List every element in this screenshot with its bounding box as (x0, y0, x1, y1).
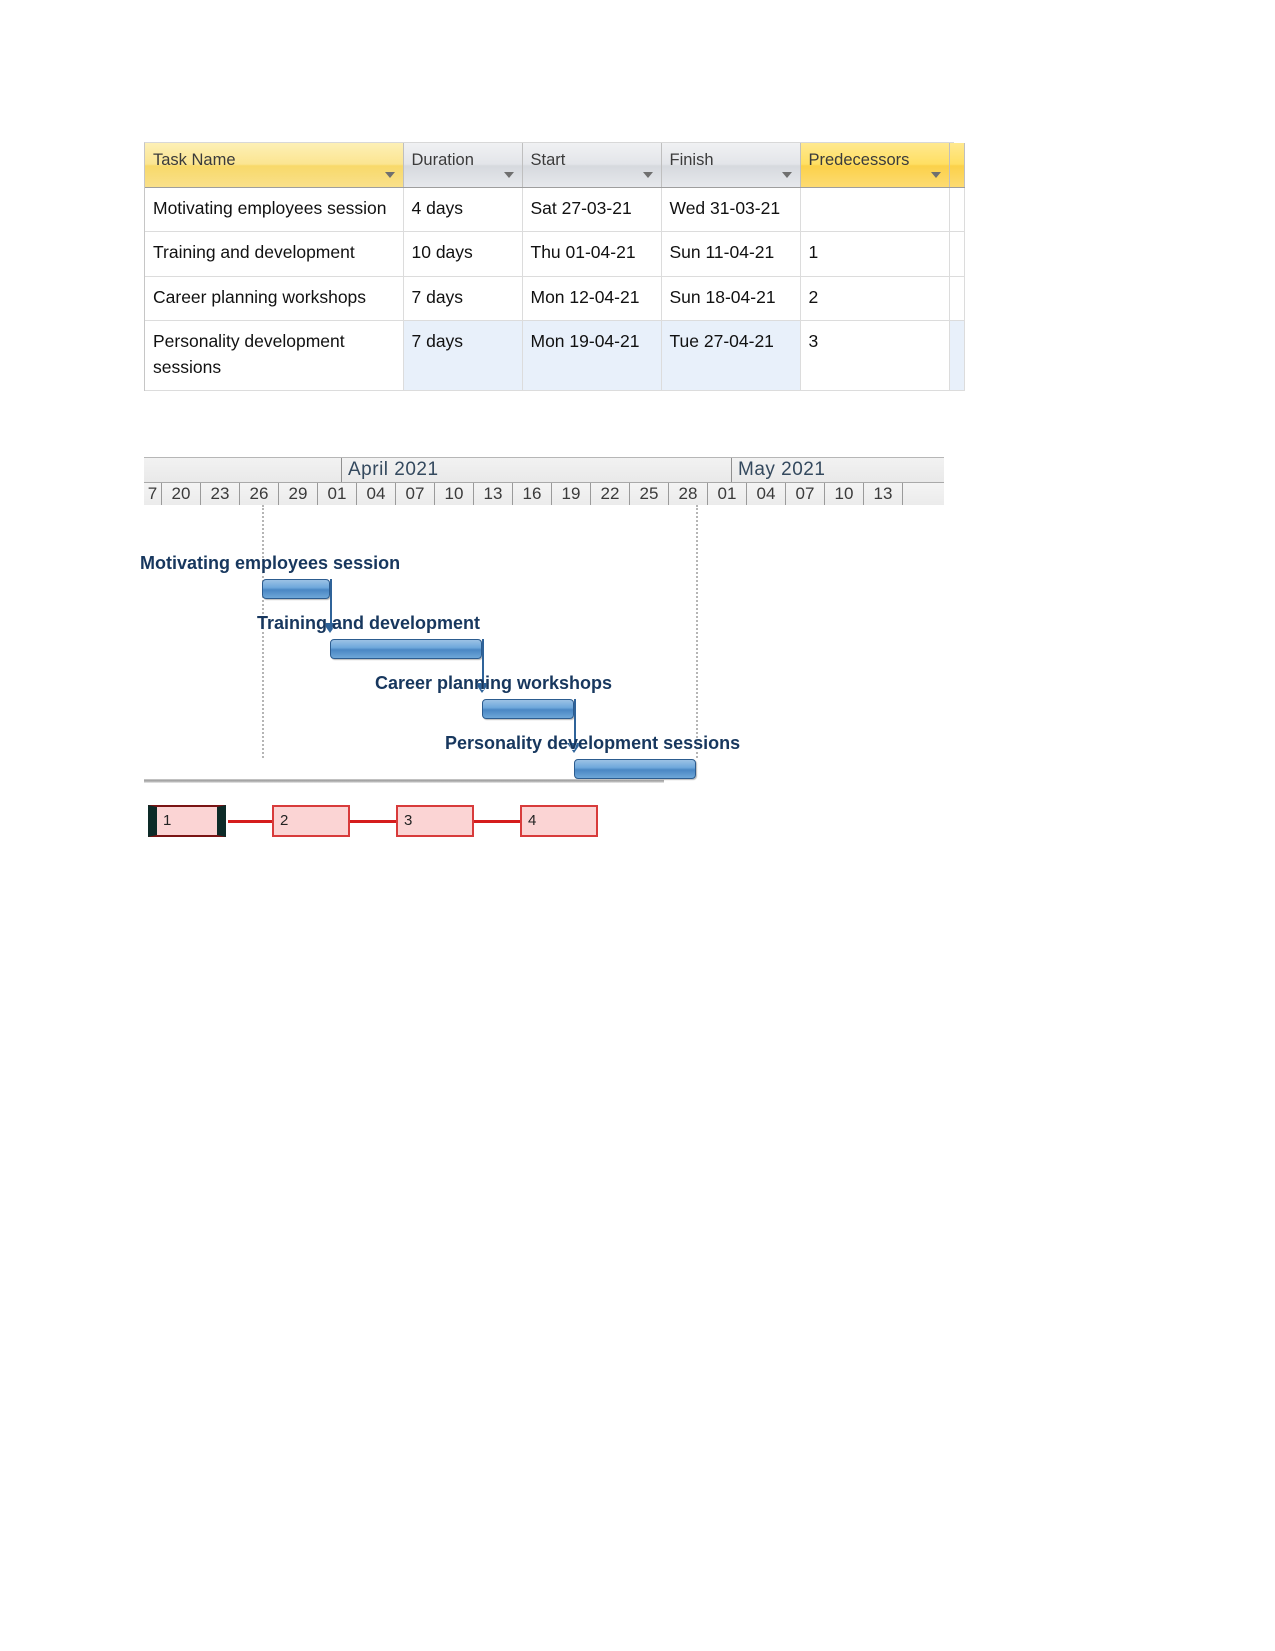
filter-dropdown-icon-task-name[interactable] (384, 171, 395, 178)
cell-start[interactable]: Sat 27-03-21 (522, 187, 662, 233)
cell-task-name[interactable]: Training and development (145, 231, 404, 277)
cell-duration[interactable]: 7 days (403, 276, 523, 322)
gantt-bar-4[interactable] (574, 759, 696, 779)
cell-duration[interactable]: 7 days (403, 320, 523, 392)
cell-task-name[interactable]: Personality development sessions (145, 320, 404, 392)
gantt-day-row: 7 20 23 26 29 01 04 07 10 13 16 19 22 25… (144, 483, 944, 506)
column-header-start[interactable]: Start (522, 143, 662, 188)
cell-finish[interactable]: Sun 18-04-21 (661, 276, 801, 322)
gantt-timeline-header: April 2021 May 2021 7 20 23 26 29 01 04 … (144, 457, 944, 506)
gantt-day-tick: 22 (591, 483, 630, 505)
gantt-day-tick: 13 (864, 483, 903, 505)
gantt-day-tick: 23 (201, 483, 240, 505)
column-header-predecessors[interactable]: Predecessors (800, 143, 950, 188)
gantt-month-row: April 2021 May 2021 (144, 458, 944, 483)
gantt-month-cell-blank (144, 458, 342, 482)
cell-task-name[interactable]: Motivating employees session (145, 187, 404, 233)
task-table-header-row: Task Name Duration Start Finish Predeces… (145, 143, 965, 188)
gantt-day-tick: 10 (435, 483, 474, 505)
cell-next-partial (949, 187, 965, 233)
cell-next-partial (949, 276, 965, 322)
cell-duration[interactable]: 10 days (403, 231, 523, 277)
cell-predecessors[interactable] (800, 187, 950, 233)
gantt-month-cell-may: May 2021 (738, 459, 826, 480)
column-header-finish[interactable]: Finish (661, 143, 801, 188)
gantt-day-tick: 7 (144, 483, 162, 505)
gantt-day-tick: 07 (396, 483, 435, 505)
cell-finish[interactable]: Tue 27-04-21 (661, 320, 801, 392)
network-diagram: 1 2 3 4 (148, 805, 668, 865)
filter-dropdown-icon-predecessors[interactable] (930, 171, 941, 178)
gantt-bar-label-2: Training and development (257, 613, 481, 633)
column-header-start-label: Start (530, 151, 566, 169)
table-row[interactable]: Career planning workshops 7 days Mon 12-… (145, 276, 965, 322)
cell-predecessors[interactable]: 2 (800, 276, 950, 322)
cell-start[interactable]: Thu 01-04-21 (522, 231, 662, 277)
cell-duration[interactable]: 4 days (403, 187, 523, 233)
gantt-day-tick: 20 (162, 483, 201, 505)
task-table: Task Name Duration Start Finish Predeces… (145, 143, 965, 392)
gantt-day-tick: 26 (240, 483, 279, 505)
task-table-header: Task Name Duration Start Finish Predeces… (145, 143, 965, 188)
gantt-day-tick: 01 (708, 483, 747, 505)
column-header-duration[interactable]: Duration (403, 143, 523, 188)
gantt-bottom-divider (144, 779, 664, 783)
gantt-bar-label-3: Career planning workshops (375, 673, 613, 693)
gantt-day-tick: 19 (552, 483, 591, 505)
gantt-day-tick: 10 (825, 483, 864, 505)
filter-dropdown-icon-duration[interactable] (503, 171, 514, 178)
gantt-bar-3[interactable] (482, 699, 574, 719)
gantt-chart: April 2021 May 2021 7 20 23 26 29 01 04 … (140, 457, 944, 783)
cell-task-name[interactable]: Career planning workshops (145, 276, 404, 322)
column-header-task-name-label: Task Name (153, 151, 236, 169)
cell-next-partial (949, 231, 965, 277)
cell-next-partial (949, 320, 965, 392)
network-node-3[interactable]: 3 (396, 805, 474, 837)
cell-predecessors[interactable]: 3 (800, 320, 950, 392)
gantt-day-tick: 28 (669, 483, 708, 505)
network-node-1[interactable]: 1 (148, 805, 226, 837)
gantt-day-tick: 04 (747, 483, 786, 505)
filter-dropdown-icon-start[interactable] (642, 171, 653, 178)
gantt-day-tick: 29 (279, 483, 318, 505)
gantt-day-tick: 04 (357, 483, 396, 505)
cell-start[interactable]: Mon 12-04-21 (522, 276, 662, 322)
table-row[interactable]: Personality development sessions 7 days … (145, 320, 965, 392)
network-node-2[interactable]: 2 (272, 805, 350, 837)
gantt-bar-label-1: Motivating employees session (140, 553, 401, 573)
column-header-predecessors-label: Predecessors (808, 151, 910, 169)
cell-start[interactable]: Mon 19-04-21 (522, 320, 662, 392)
gantt-day-tick: 13 (474, 483, 513, 505)
gantt-guideline-end (696, 505, 698, 758)
gantt-day-tick: 25 (630, 483, 669, 505)
network-node-4[interactable]: 4 (520, 805, 598, 837)
gantt-plot-area: Motivating employees session Training an… (140, 505, 944, 779)
column-header-finish-label: Finish (669, 151, 714, 169)
filter-dropdown-icon-finish[interactable] (781, 171, 792, 178)
gantt-day-tick: 16 (513, 483, 552, 505)
cell-predecessors[interactable]: 1 (800, 231, 950, 277)
task-table-body: Motivating employees session 4 days Sat … (145, 187, 965, 392)
column-header-task-name[interactable]: Task Name (145, 143, 404, 188)
gantt-month-cell-april: April 2021 (342, 458, 732, 482)
gantt-day-tick: 01 (318, 483, 357, 505)
gantt-bar-label-4: Personality development sessions (445, 733, 741, 753)
task-table-container: Task Name Duration Start Finish Predeces… (144, 142, 965, 392)
gantt-bar-1[interactable] (262, 579, 330, 599)
column-header-next-partial[interactable] (949, 143, 965, 188)
column-header-duration-label: Duration (411, 151, 474, 169)
cell-finish[interactable]: Sun 11-04-21 (661, 231, 801, 277)
table-row[interactable]: Training and development 10 days Thu 01-… (145, 231, 965, 277)
gantt-day-tick: 07 (786, 483, 825, 505)
table-row[interactable]: Motivating employees session 4 days Sat … (145, 187, 965, 233)
gantt-bar-2[interactable] (330, 639, 482, 659)
cell-finish[interactable]: Wed 31-03-21 (661, 187, 801, 233)
